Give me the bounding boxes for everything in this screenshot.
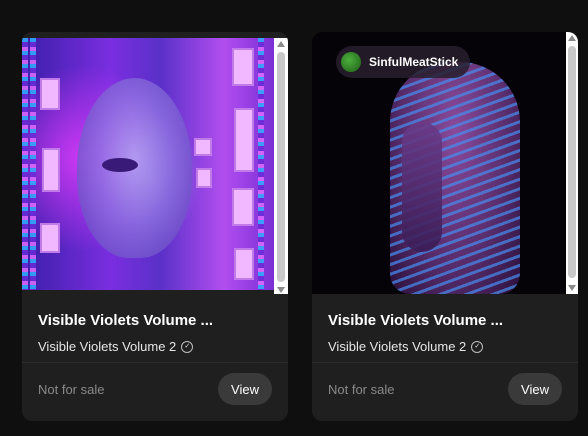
image-scrollbar[interactable]: [274, 38, 288, 294]
divider: [312, 362, 578, 363]
artwork-image: [22, 38, 274, 290]
scroll-up-arrow-icon[interactable]: [568, 35, 576, 41]
scroll-up-arrow-icon[interactable]: [277, 41, 285, 47]
view-button[interactable]: View: [508, 373, 562, 405]
view-button[interactable]: View: [218, 373, 272, 405]
sale-status: Not for sale: [328, 382, 395, 397]
nft-title[interactable]: Visible Violets Volume ...: [38, 312, 278, 329]
nft-grid: Visible Violets Volume ... Visible Viole…: [0, 0, 588, 436]
verified-check-icon: ✓: [471, 340, 484, 353]
card-info: Visible Violets Volume ... Visible Viole…: [328, 312, 568, 354]
collection-name[interactable]: Visible Violets Volume 2: [328, 339, 466, 354]
collection-row[interactable]: Visible Violets Volume 2 ✓: [328, 339, 568, 354]
scroll-down-arrow-icon[interactable]: [568, 285, 576, 291]
nft-artwork[interactable]: [22, 32, 288, 294]
collection-row[interactable]: Visible Violets Volume 2 ✓: [38, 339, 278, 354]
owner-name[interactable]: SinfulMeatStick: [369, 55, 458, 69]
verified-check-icon: ✓: [181, 340, 194, 353]
scroll-thumb[interactable]: [568, 46, 576, 278]
owner-badge[interactable]: SinfulMeatStick: [336, 46, 471, 78]
card-info: Visible Violets Volume ... Visible Viole…: [38, 312, 278, 354]
scroll-down-arrow-icon[interactable]: [277, 287, 285, 293]
scroll-thumb[interactable]: [277, 52, 285, 282]
sale-status: Not for sale: [38, 382, 105, 397]
nft-card[interactable]: Visible Violets Volume ... Visible Viole…: [22, 32, 288, 421]
divider: [22, 362, 288, 363]
nft-card[interactable]: SinfulMeatStick Visible Violets Volume .…: [312, 32, 578, 421]
nft-artwork[interactable]: SinfulMeatStick: [312, 32, 578, 294]
collection-name[interactable]: Visible Violets Volume 2: [38, 339, 176, 354]
owner-avatar: [341, 52, 361, 72]
image-scrollbar[interactable]: [566, 32, 578, 294]
nft-title[interactable]: Visible Violets Volume ...: [328, 312, 568, 329]
